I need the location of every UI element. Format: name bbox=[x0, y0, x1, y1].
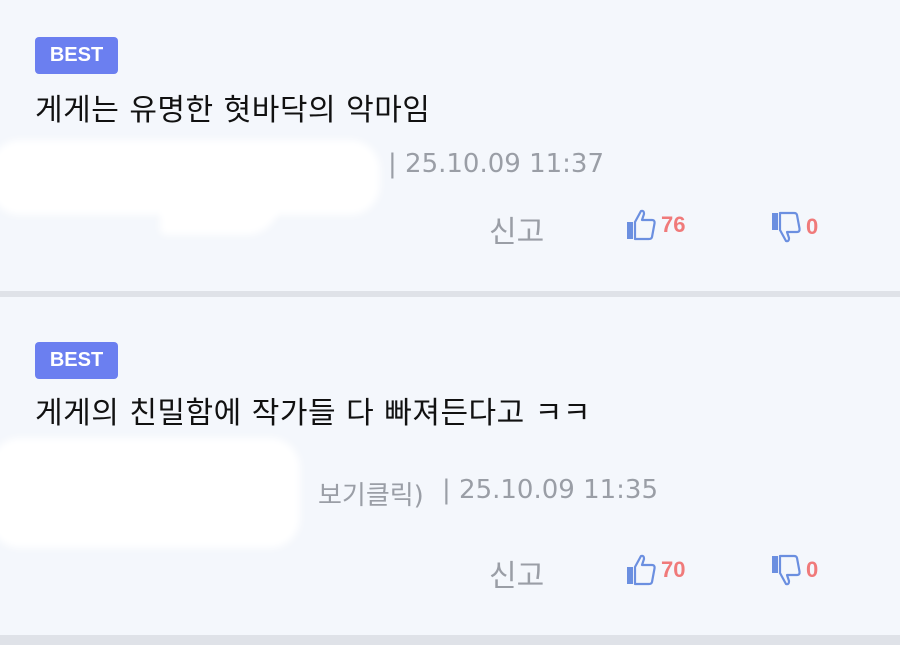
thumbs-up-icon bbox=[625, 208, 657, 242]
comment-date: | 25.10.09 11:37 bbox=[388, 149, 604, 179]
redacted-author bbox=[0, 438, 300, 548]
dislike-button[interactable]: 0 bbox=[770, 210, 818, 244]
thumbs-up-icon bbox=[625, 553, 657, 587]
comment-text: 게게의 친밀함에 작가들 다 빠져든다고 ㅋㅋ bbox=[35, 396, 591, 431]
comment-item: BEST 게게는 유명한 혓바닥의 악마임 | 25.10.09 11:37 신… bbox=[0, 0, 900, 291]
like-button[interactable]: 76 bbox=[625, 208, 685, 242]
divider bbox=[0, 635, 900, 645]
thumbs-down-icon bbox=[770, 210, 802, 244]
like-count: 76 bbox=[661, 212, 686, 237]
report-button[interactable]: 신고 bbox=[489, 207, 544, 251]
like-count: 70 bbox=[661, 557, 686, 582]
comment-text: 게게는 유명한 혓바닥의 악마임 bbox=[35, 93, 431, 128]
thumbs-down-icon bbox=[770, 553, 802, 587]
best-badge: BEST bbox=[35, 342, 118, 379]
like-button[interactable]: 70 bbox=[625, 553, 685, 587]
dislike-button[interactable]: 0 bbox=[770, 553, 818, 587]
dislike-count: 0 bbox=[806, 557, 819, 582]
best-badge: BEST bbox=[35, 37, 118, 74]
dislike-count: 0 bbox=[806, 214, 819, 239]
redacted-author bbox=[160, 195, 280, 235]
comment-author-partial: 보기클릭) bbox=[318, 481, 424, 511]
comment-date: | 25.10.09 11:35 bbox=[442, 475, 658, 505]
report-button[interactable]: 신고 bbox=[489, 551, 544, 595]
